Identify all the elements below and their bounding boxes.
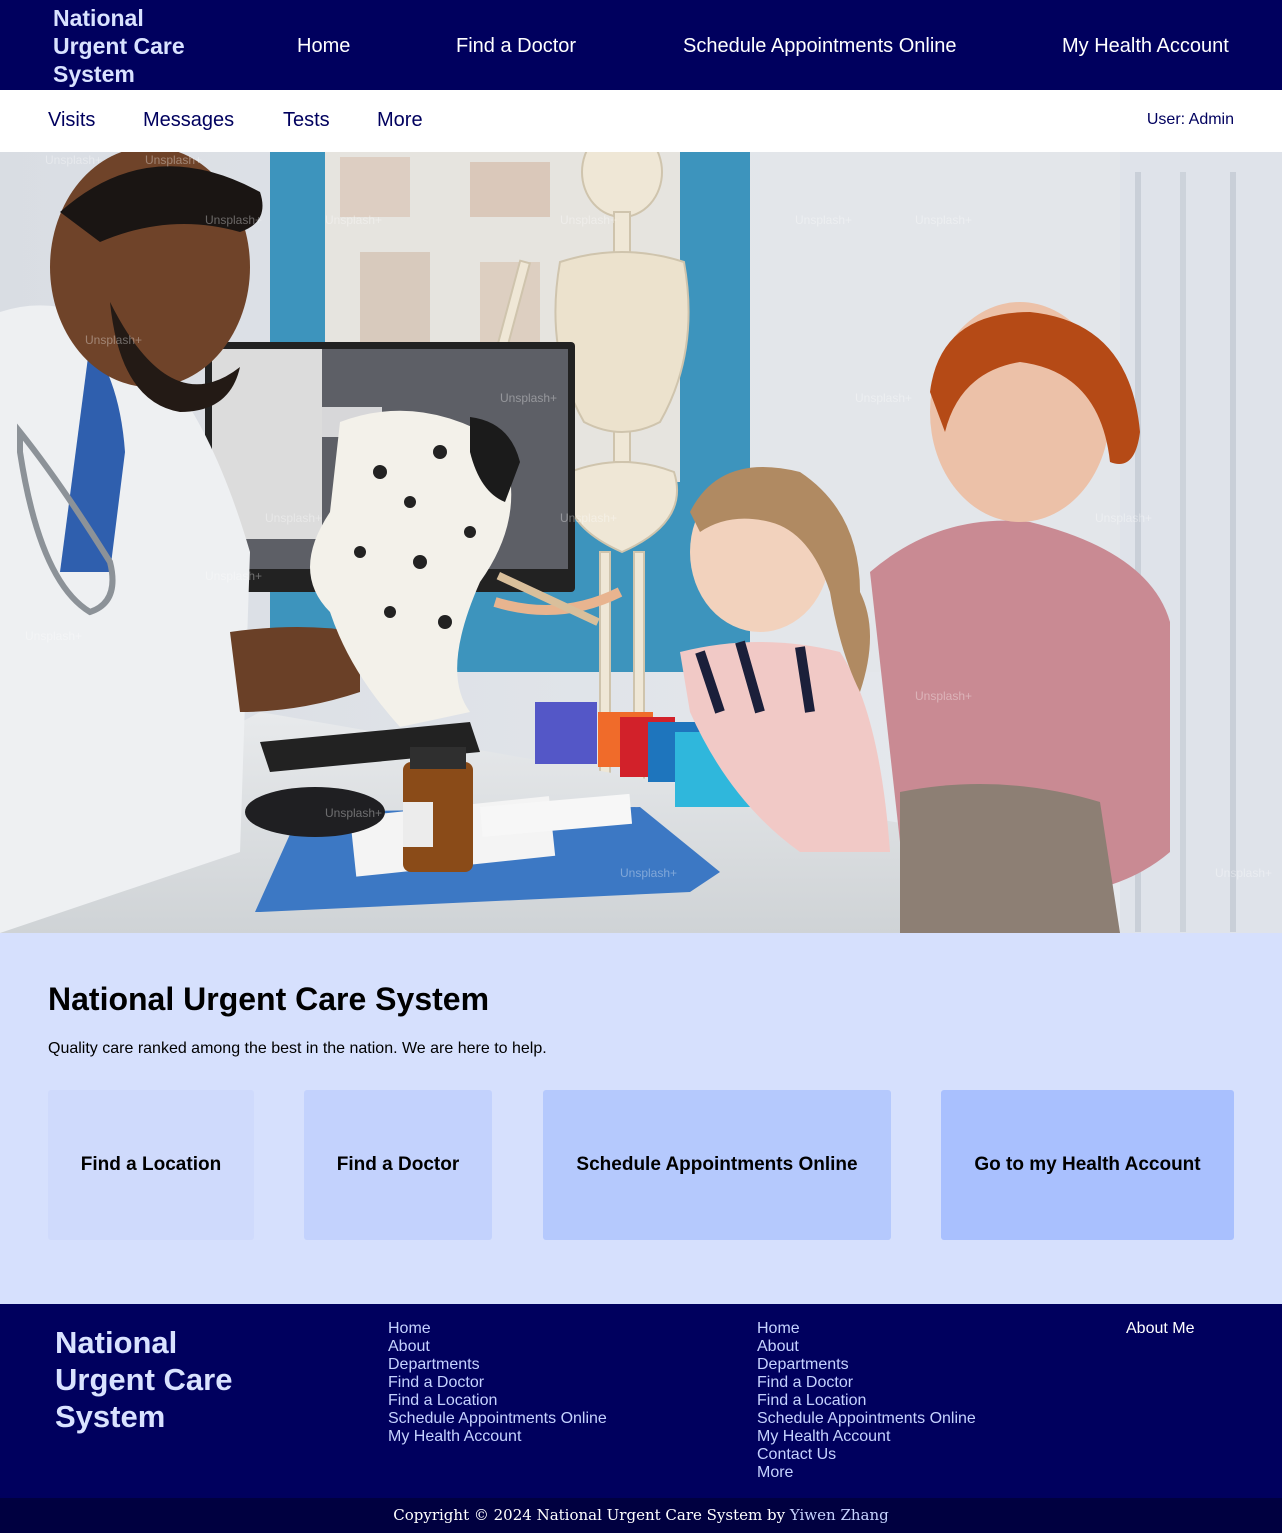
footer-link-schedule[interactable]: Schedule Appointments Online <box>388 1410 607 1427</box>
watermark-text: Unsplash+ <box>560 511 617 525</box>
footer-brand[interactable]: National Urgent Care System <box>55 1324 275 1435</box>
nav-home-link[interactable]: Home <box>297 34 350 58</box>
footer-about-me-link[interactable]: About Me <box>1126 1320 1194 1338</box>
brand-logo-text[interactable]: National Urgent Care System <box>53 4 223 88</box>
top-navbar: National Urgent Care System Home Find a … <box>0 0 1282 90</box>
tagline: Quality care ranked among the best in th… <box>48 1040 547 1057</box>
footer-link-find-doctor[interactable]: Find a Doctor <box>388 1374 484 1391</box>
watermark-text: Unsplash+ <box>1215 866 1272 880</box>
footer-link-home[interactable]: Home <box>757 1320 800 1337</box>
footer-links-col-2: Home About Departments Find a Doctor Fin… <box>757 1320 976 1482</box>
health-account-card[interactable]: Go to my Health Account <box>941 1090 1234 1240</box>
watermark-text: Unsplash+ <box>325 806 382 820</box>
card-label: Go to my Health Account <box>974 1154 1201 1175</box>
watermark-text: Unsplash+ <box>915 689 972 703</box>
watermark-text: Unsplash+ <box>85 333 142 347</box>
watermark-text: Unsplash+ <box>620 866 677 880</box>
watermark-text: Unsplash+ <box>325 213 382 227</box>
watermark-text: Unsplash+ <box>795 213 852 227</box>
schedule-appointments-card[interactable]: Schedule Appointments Online <box>543 1090 891 1240</box>
watermark-text: Unsplash+ <box>145 153 202 167</box>
watermark-text: Unsplash+ <box>25 629 82 643</box>
footer-link-home[interactable]: Home <box>388 1320 431 1337</box>
hero-illustration: Unsplash+ Unsplash+ Unsplash+ Unsplash+ … <box>0 152 1282 933</box>
nav-schedule-link[interactable]: Schedule Appointments Online <box>683 34 957 58</box>
watermark-text: Unsplash+ <box>1095 511 1152 525</box>
footer-link-about[interactable]: About <box>388 1338 430 1355</box>
footer-link-contact[interactable]: Contact Us <box>757 1446 836 1463</box>
footer-link-more[interactable]: More <box>757 1464 793 1481</box>
subnav-tests-link[interactable]: Tests <box>283 108 330 132</box>
card-label: Find a Location <box>80 1154 222 1175</box>
hero-image: Unsplash+ Unsplash+ Unsplash+ Unsplash+ … <box>0 152 1282 933</box>
card-label: Find a Doctor <box>336 1154 460 1175</box>
watermark-text: Unsplash+ <box>205 569 262 583</box>
nav-find-doctor-link[interactable]: Find a Doctor <box>456 34 576 58</box>
watermark-text: Unsplash+ <box>915 213 972 227</box>
watermark-text: Unsplash+ <box>500 391 557 405</box>
footer-links-col-1: Home About Departments Find a Doctor Fin… <box>388 1320 607 1446</box>
author-link[interactable]: Yiwen Zhang <box>790 1506 889 1524</box>
footer-link-find-doctor[interactable]: Find a Doctor <box>757 1374 853 1391</box>
page-title: National Urgent Care System <box>48 981 490 1017</box>
find-location-card[interactable]: Find a Location <box>48 1090 254 1240</box>
footer-link-schedule[interactable]: Schedule Appointments Online <box>757 1410 976 1427</box>
nav-health-account-link[interactable]: My Health Account <box>1062 34 1229 58</box>
watermark-text: Unsplash+ <box>205 213 262 227</box>
subnav-more-link[interactable]: More <box>377 108 423 132</box>
watermark-text: Unsplash+ <box>560 213 617 227</box>
watermark-text: Unsplash+ <box>265 511 322 525</box>
copyright-bar: Copyright © 2024 National Urgent Care Sy… <box>0 1498 1282 1533</box>
footer-link-find-location[interactable]: Find a Location <box>757 1392 866 1409</box>
subnav-visits-link[interactable]: Visits <box>48 108 95 132</box>
footer-link-find-location[interactable]: Find a Location <box>388 1392 497 1409</box>
footer-link-about[interactable]: About <box>757 1338 799 1355</box>
current-user-label: User: Admin <box>1146 111 1234 128</box>
watermark-text: Unsplash+ <box>855 391 912 405</box>
footer-link-health-account[interactable]: My Health Account <box>388 1428 521 1445</box>
subnav-messages-link[interactable]: Messages <box>143 108 234 132</box>
watermark-text: Unsplash+ <box>45 153 102 167</box>
footer-link-departments[interactable]: Departments <box>757 1356 849 1373</box>
footer-link-health-account[interactable]: My Health Account <box>757 1428 890 1445</box>
footer-link-departments[interactable]: Departments <box>388 1356 480 1373</box>
copyright-text: Copyright © 2024 National Urgent Care Sy… <box>393 1506 786 1524</box>
card-label: Schedule Appointments Online <box>576 1154 858 1175</box>
find-doctor-card[interactable]: Find a Doctor <box>304 1090 492 1240</box>
